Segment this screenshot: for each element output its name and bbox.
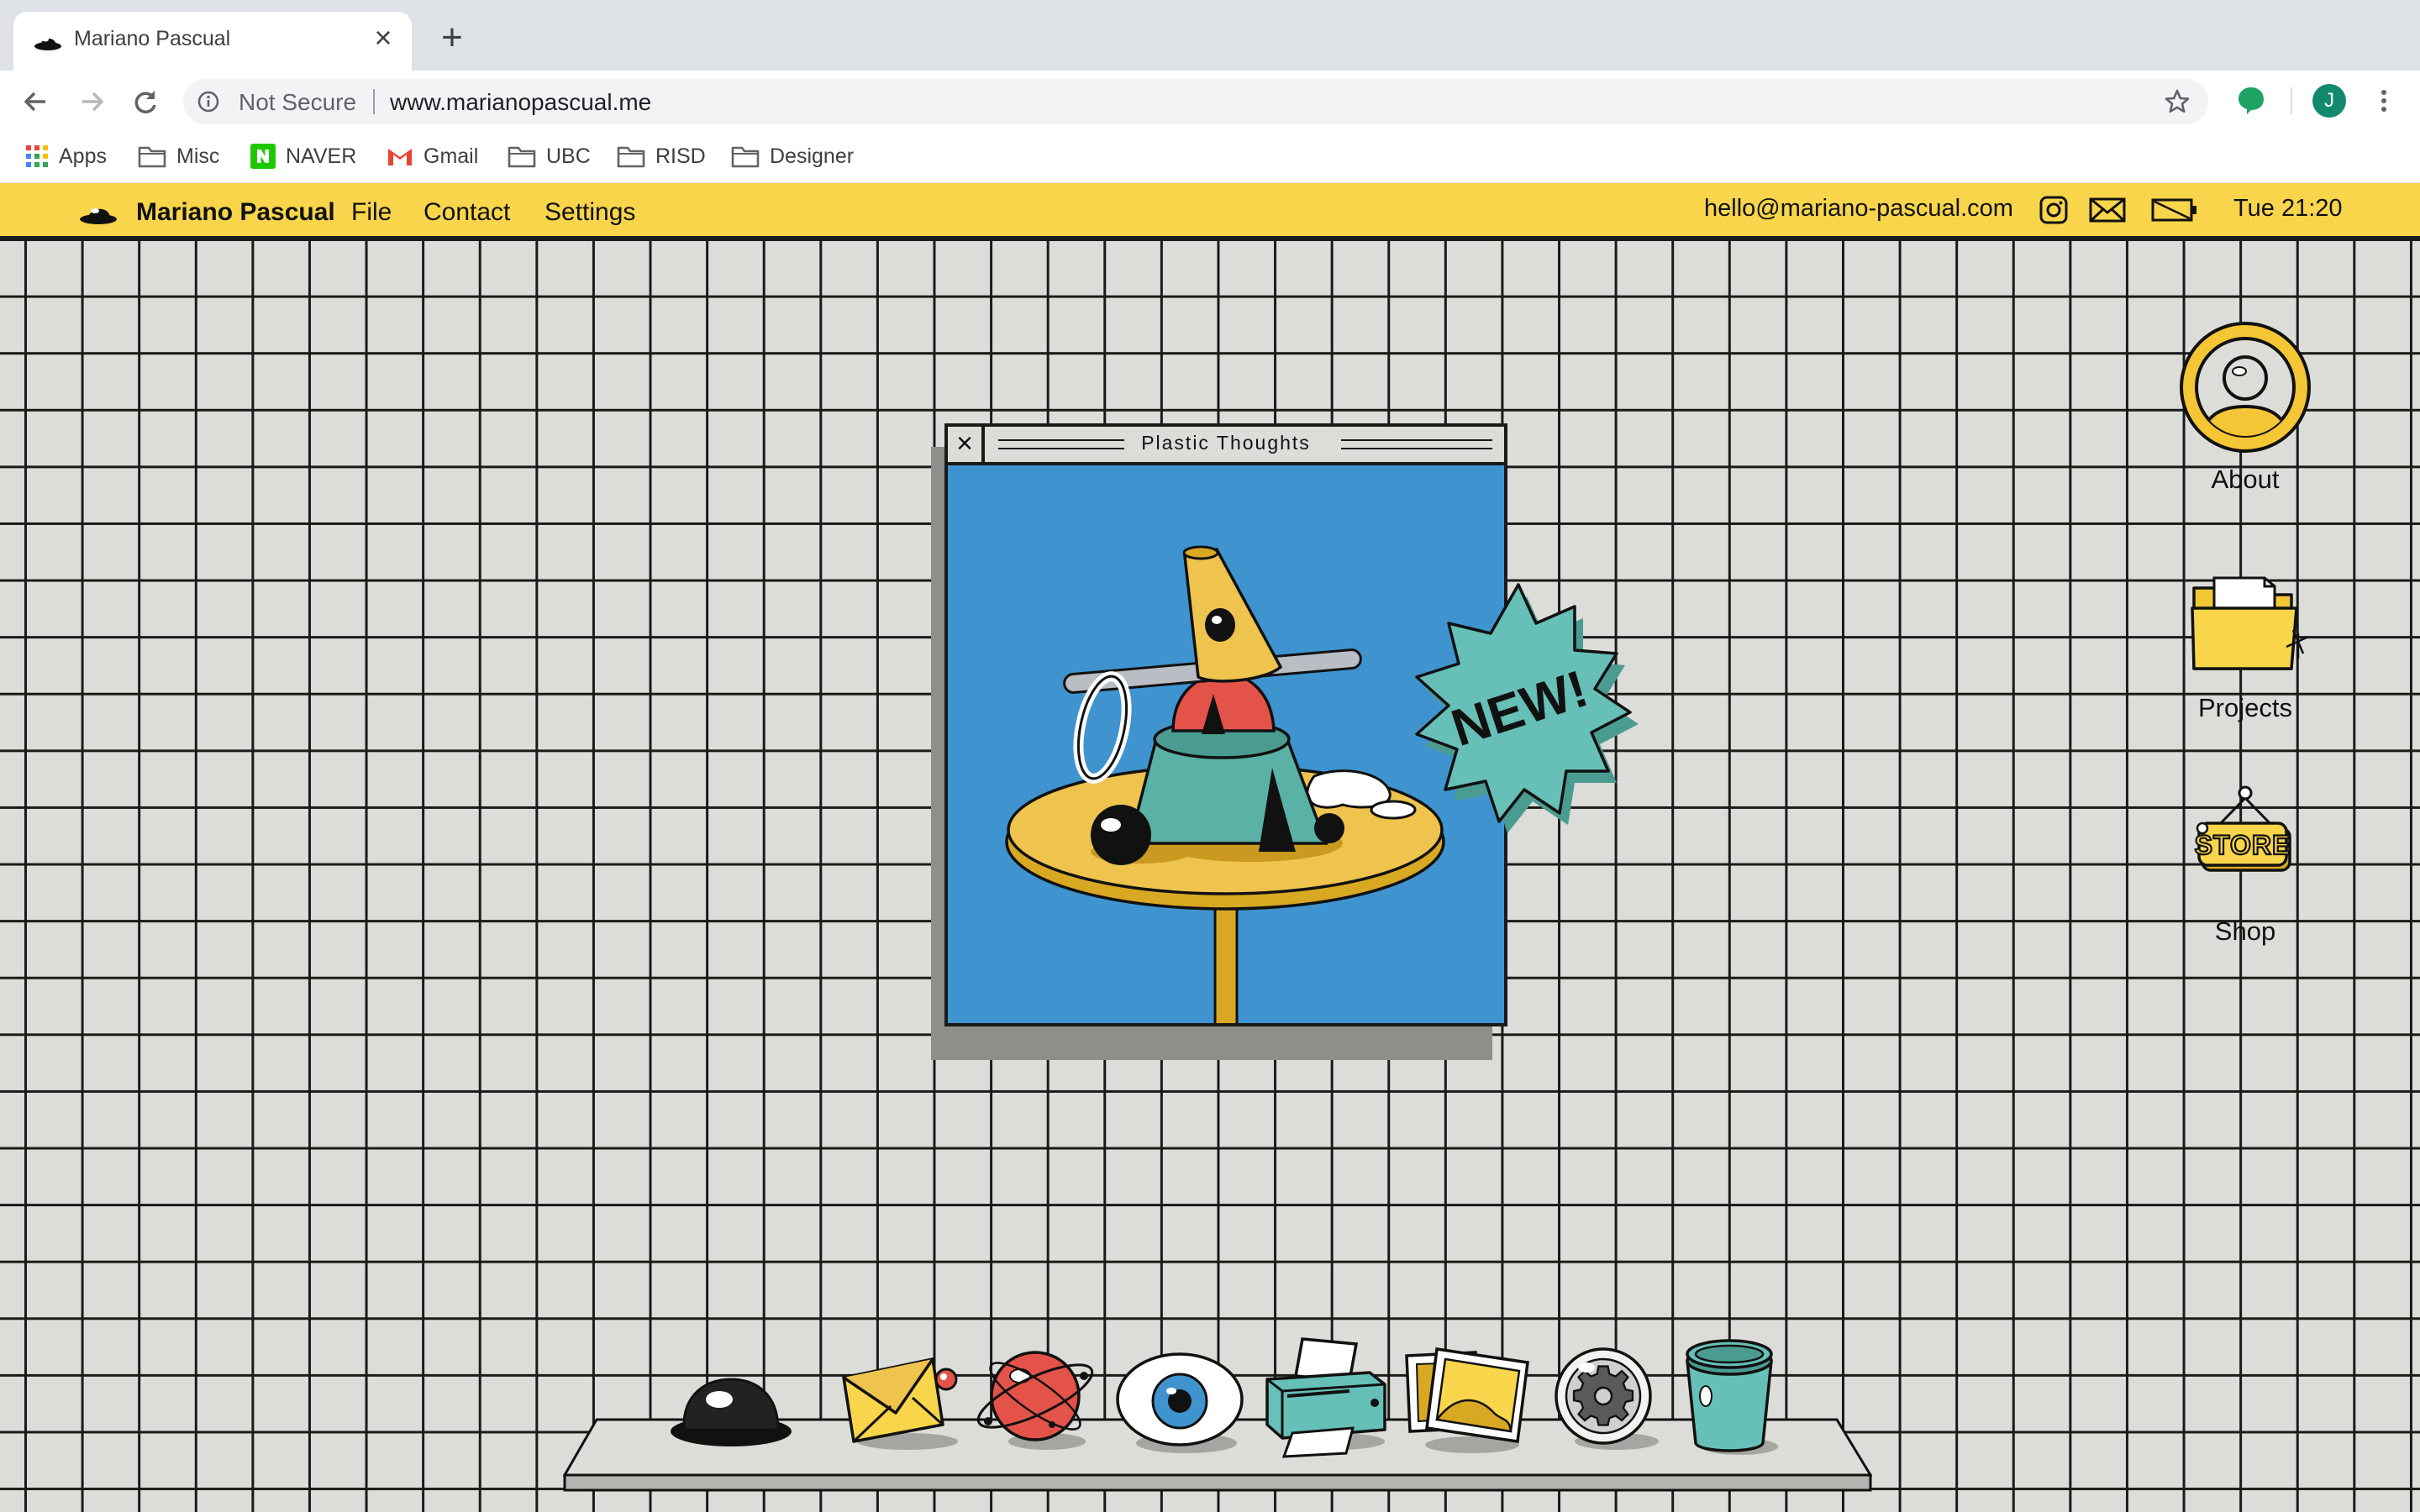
menu-settings[interactable]: Settings <box>544 198 635 227</box>
store-sign-text: STORE <box>2195 830 2291 860</box>
security-label: Not Secure <box>239 89 357 115</box>
hole-icon[interactable] <box>667 1361 795 1453</box>
window-titlebar[interactable]: Plastic Thoughts × <box>948 427 1504 465</box>
photos-icon[interactable] <box>1400 1341 1534 1458</box>
folder-icon <box>2191 576 2309 670</box>
bookmark-label: RISD <box>655 144 706 168</box>
battery-icon <box>2151 198 2196 222</box>
bookmarks-bar: Apps Misc NAVER Gmail UBC RISD Designer <box>0 131 2420 183</box>
extension-icon[interactable] <box>2237 86 2265 116</box>
browser-toolbar: Not Secure www.marianopascual.me J <box>0 71 2420 131</box>
new-badge[interactable]: NEW! <box>1380 570 1657 847</box>
url-text[interactable]: www.marianopascual.me <box>390 89 651 116</box>
avatar-icon <box>2180 322 2311 453</box>
menu-file[interactable]: File <box>351 198 392 227</box>
bookmark-apps[interactable]: Apps <box>25 141 107 171</box>
eye-icon[interactable] <box>1114 1347 1249 1458</box>
apps-grid-icon <box>26 145 48 167</box>
desktop-icon-label: About <box>2211 465 2280 494</box>
toolbar-divider <box>2291 87 2292 114</box>
contact-email[interactable]: hello@mariano-pascual.com <box>1704 195 2013 223</box>
tab-title: Mariano Pascual <box>74 27 231 50</box>
menubar-clock: Tue 21:20 <box>2233 195 2343 222</box>
folder-icon <box>138 146 166 168</box>
bookmark-label: Designer <box>770 144 855 168</box>
bookmark-label: Misc <box>176 144 220 168</box>
desktop-site: Mariano Pascual File Contact Settings he… <box>0 183 2420 1512</box>
bookmark-gmail[interactable]: Gmail <box>387 141 478 171</box>
gmail-icon <box>388 149 412 165</box>
store-sign-icon: STORE <box>2194 785 2291 872</box>
desktop-icon-label: Shop <box>2214 916 2276 946</box>
site-brand[interactable]: Mariano Pascual <box>136 198 335 227</box>
menu-icon[interactable] <box>2371 84 2396 118</box>
mail-icon[interactable] <box>2089 195 2126 225</box>
printer-icon[interactable] <box>1259 1334 1393 1460</box>
bookmark-risd[interactable]: RISD <box>617 141 706 171</box>
desktop-icon-about[interactable]: About <box>2174 319 2317 495</box>
planet-icon[interactable] <box>971 1342 1099 1457</box>
folder-icon <box>617 146 645 168</box>
back-icon[interactable] <box>17 82 55 121</box>
settings-gear-icon[interactable] <box>1544 1342 1670 1457</box>
profile-avatar[interactable]: J <box>2312 84 2346 118</box>
naver-icon <box>250 144 276 169</box>
menu-contact[interactable]: Contact <box>424 198 510 227</box>
hat-logo-icon[interactable] <box>79 202 118 225</box>
browser-tab[interactable]: Mariano Pascual × <box>13 12 412 71</box>
star-icon[interactable] <box>2163 87 2191 116</box>
bookmark-naver[interactable]: NAVER <box>250 141 356 171</box>
bookmark-label: Gmail <box>424 144 479 168</box>
trash-bucket-icon[interactable] <box>1676 1336 1785 1460</box>
reload-icon[interactable] <box>126 82 165 121</box>
tab-strip: Mariano Pascual × + <box>0 0 2420 71</box>
desktop-icon-shop[interactable]: STORE Shop <box>2174 781 2317 947</box>
forward-icon[interactable] <box>72 82 111 121</box>
bookmark-ubc[interactable]: UBC <box>508 141 591 171</box>
bookmark-misc[interactable]: Misc <box>138 141 219 171</box>
bookmark-label: NAVER <box>286 144 357 168</box>
desktop-icon-label: Projects <box>2198 693 2292 722</box>
hat-favicon-icon <box>34 37 61 50</box>
desktop-icon-projects[interactable]: Projects <box>2174 575 2317 723</box>
new-tab-button[interactable]: + <box>435 19 469 56</box>
folder-icon <box>508 146 536 168</box>
info-icon[interactable] <box>197 90 220 113</box>
address-bar[interactable]: Not Secure www.marianopascual.me <box>183 79 2208 124</box>
bookmark-label: Apps <box>59 144 107 168</box>
mail-icon[interactable] <box>832 1337 966 1455</box>
site-menubar: Mariano Pascual File Contact Settings he… <box>0 183 2420 239</box>
bookmark-designer[interactable]: Designer <box>731 141 854 171</box>
omnibox-divider <box>373 89 375 114</box>
bookmark-label: UBC <box>546 144 591 168</box>
folder-icon <box>731 146 760 168</box>
window-title: Plastic Thoughts <box>1129 432 1323 454</box>
tab-close-button[interactable]: × <box>368 23 398 54</box>
instagram-icon[interactable] <box>2039 195 2069 225</box>
window-close-button[interactable]: × <box>948 427 985 462</box>
